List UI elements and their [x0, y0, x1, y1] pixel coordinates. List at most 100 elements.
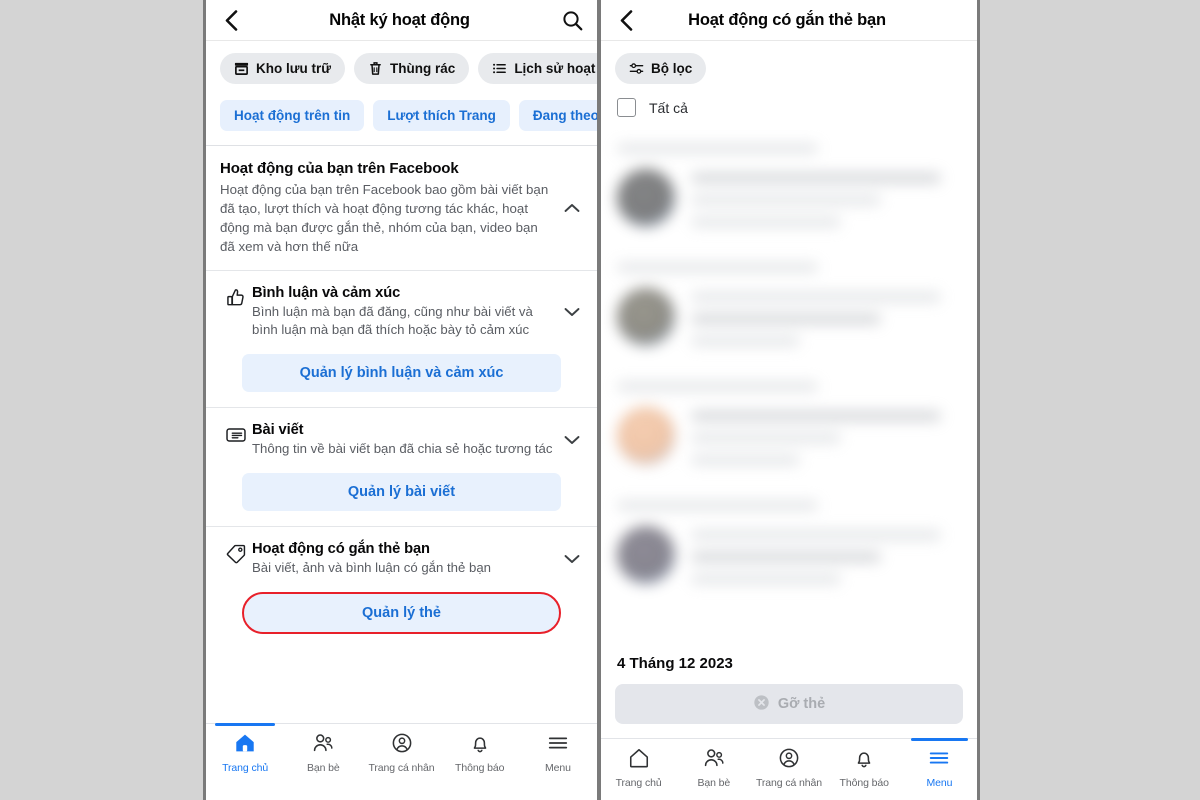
active-tab-indicator: [910, 738, 968, 741]
chip-hoat-dong-tren-tin[interactable]: Hoạt động trên tin: [220, 100, 365, 131]
nav-label: Thông báo: [455, 761, 505, 774]
nav-label: Menu: [544, 761, 571, 774]
nav-trang-ca-nhan[interactable]: Trang cá nhân: [362, 724, 440, 778]
avatar: [617, 526, 675, 584]
friends-icon: [312, 732, 334, 759]
thumbs-up-icon: [220, 285, 252, 309]
section-description: Bình luận mà bạn đã đăng, cũng như bài v…: [252, 303, 533, 338]
date-label: 4 Tháng 12 2023: [601, 645, 977, 684]
tag-icon: [220, 541, 252, 565]
nav-label: Bạn bè: [697, 776, 731, 789]
search-icon[interactable]: [557, 10, 583, 31]
chip-label: Thùng rác: [390, 61, 456, 76]
active-tab-indicator: [215, 723, 275, 726]
manage-tags-button[interactable]: Quản lý thẻ: [242, 591, 561, 634]
remove-circle-icon: [753, 694, 770, 715]
profile-icon: [391, 732, 413, 759]
avatar: [617, 169, 675, 227]
chevron-down-icon[interactable]: [561, 435, 583, 445]
nav-thong-bao[interactable]: Thông báo: [441, 724, 519, 778]
chip-luot-thich-trang[interactable]: Lượt thích Trang: [373, 100, 510, 131]
bell-icon: [469, 732, 491, 759]
filter-sliders-icon: [629, 61, 644, 76]
chip-kho-luu-tru[interactable]: Kho lưu trữ: [220, 53, 346, 84]
hamburger-menu-icon: [928, 747, 950, 774]
nav-label: Bạn bè: [306, 761, 340, 774]
list-item[interactable]: [601, 130, 977, 249]
profile-icon: [778, 747, 800, 774]
section-hoat-dong-co-gan-the-ban[interactable]: Hoạt động có gắn thẻ bạn Bài viết, ảnh v…: [206, 527, 597, 580]
section-title: Bài viết: [252, 422, 304, 439]
list-item[interactable]: [601, 487, 977, 606]
section-description: Thông tin về bài viết bạn đã chia sẻ hoặ…: [252, 441, 553, 457]
back-chevron-icon[interactable]: [220, 9, 242, 31]
right-top-bar: Hoạt động có gắn thẻ bạn: [601, 0, 977, 41]
filter-label: Bộ lọc: [651, 61, 693, 76]
left-top-bar: Nhật ký hoạt động: [206, 0, 597, 41]
filter-button[interactable]: Bộ lọc: [615, 53, 707, 84]
screenshot-stage: Nhật ký hoạt động Kho lưu trữ Thùng rác: [0, 0, 1200, 800]
nav-trang-ca-nhan[interactable]: Trang cá nhân: [751, 739, 826, 793]
select-all-checkbox[interactable]: [617, 98, 636, 117]
hamburger-menu-icon: [547, 732, 569, 759]
left-phone-frame: Nhật ký hoạt động Kho lưu trữ Thùng rác: [203, 0, 600, 800]
nav-ban-be[interactable]: Bạn bè: [676, 739, 751, 793]
intro-title: Hoạt động của bạn trên Facebook: [220, 160, 459, 177]
friends-icon: [703, 747, 725, 774]
intro-description: Hoạt động của bạn trên Facebook bao gồm …: [220, 182, 549, 255]
chevron-down-icon[interactable]: [561, 554, 583, 564]
manage-posts-button[interactable]: Quản lý bài viết: [242, 472, 561, 511]
nav-thong-bao[interactable]: Thông báo: [827, 739, 902, 793]
blue-chips-row: Hoạt động trên tin Lượt thích Trang Đang…: [206, 96, 597, 146]
avatar: [617, 288, 675, 346]
remove-tag-label: Gỡ thẻ: [777, 696, 826, 712]
list-item[interactable]: [601, 368, 977, 487]
manage-comments-button[interactable]: Quản lý bình luận và cảm xúc: [242, 354, 561, 393]
select-all-label: Tất cả: [649, 99, 688, 116]
nav-label: Menu: [926, 776, 953, 789]
action-wrap-tags: Quản lý thẻ: [206, 580, 597, 649]
nav-label: Thông báo: [839, 776, 889, 789]
nav-trang-chu[interactable]: Trang chủ: [206, 723, 284, 778]
right-phone-frame: Hoạt động có gắn thẻ bạn Bộ lọc Tất cả 4…: [598, 0, 980, 800]
section-description: Bài viết, ảnh và bình luận có gắn thẻ bạ…: [252, 559, 492, 575]
select-all-row[interactable]: Tất cả: [601, 94, 977, 130]
remove-tag-button[interactable]: Gỡ thẻ: [615, 684, 963, 724]
chevron-down-icon[interactable]: [561, 307, 583, 317]
home-icon: [628, 747, 650, 774]
filter-row: Bộ lọc: [601, 41, 977, 94]
left-content-scroll[interactable]: Hoạt động của bạn trên Facebook Hoạt độn…: [206, 146, 597, 723]
chip-thung-rac[interactable]: Thùng rác: [354, 53, 470, 84]
page-title: Hoạt động có gắn thẻ bạn: [688, 10, 886, 29]
section-binh-luan-va-cam-xuc[interactable]: Bình luận và cảm xúc Bình luận mà bạn đã…: [206, 271, 597, 342]
avatar: [617, 407, 675, 465]
intro-section: Hoạt động của bạn trên Facebook Hoạt độn…: [206, 146, 597, 271]
remove-tag-wrap: Gỡ thẻ: [601, 684, 977, 738]
nav-label: Trang chủ: [222, 761, 269, 774]
right-bottom-nav: Trang chủ Bạn bè Trang cá nhân Thông báo: [601, 738, 977, 793]
post-icon: [220, 422, 252, 446]
left-bottom-nav: Trang chủ Bạn bè Trang cá nhân Thông báo: [206, 723, 597, 778]
archive-box-icon: [234, 61, 249, 76]
chevron-up-icon[interactable]: [561, 203, 583, 213]
list-icon: [492, 61, 507, 76]
tagged-activity-list[interactable]: [601, 130, 977, 645]
nav-ban-be[interactable]: Bạn bè: [284, 724, 362, 778]
section-bai-viet[interactable]: Bài viết Thông tin về bài viết bạn đã ch…: [206, 408, 597, 461]
chip-lich-su-hoat-dong[interactable]: Lịch sử hoạt động: [478, 53, 597, 84]
gray-chips-row: Kho lưu trữ Thùng rác Lịch sử hoạt động: [206, 41, 597, 96]
page-title: Nhật ký hoạt động: [329, 10, 470, 29]
nav-trang-chu[interactable]: Trang chủ: [601, 739, 676, 793]
bell-icon: [853, 747, 875, 774]
nav-label: Trang cá nhân: [755, 776, 823, 789]
nav-label: Trang chủ: [615, 776, 662, 789]
nav-label: Trang cá nhân: [368, 761, 435, 774]
nav-menu[interactable]: Menu: [519, 724, 597, 778]
back-chevron-icon[interactable]: [615, 9, 637, 31]
chip-dang-theo-doi[interactable]: Đang theo d: [518, 100, 597, 131]
section-title: Bình luận và cảm xúc: [252, 284, 401, 301]
nav-menu[interactable]: Menu: [902, 738, 977, 793]
list-item[interactable]: [601, 249, 977, 368]
chip-label: Lịch sử hoạt động: [514, 61, 597, 76]
section-title: Hoạt động có gắn thẻ bạn: [252, 540, 430, 557]
